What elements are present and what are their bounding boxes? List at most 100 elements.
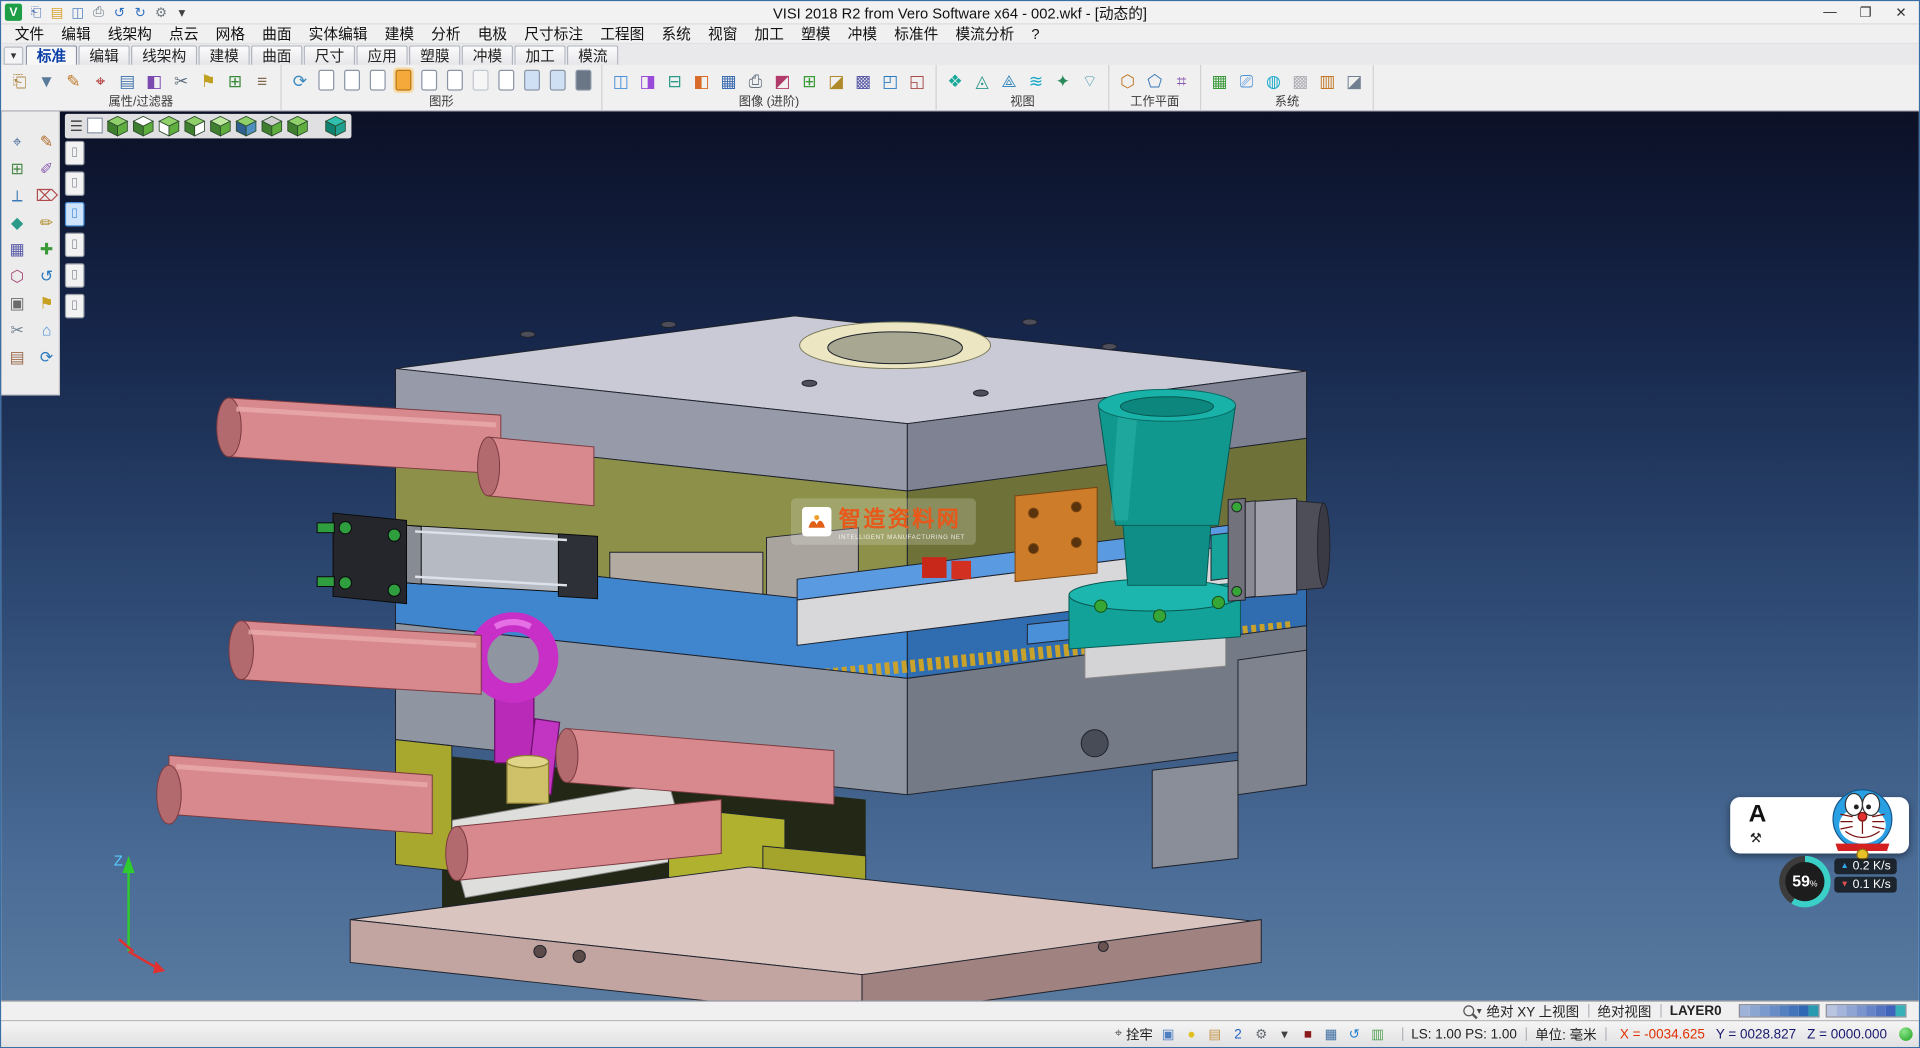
palette-segment[interactable] bbox=[1769, 1005, 1779, 1016]
zoom-window-icon[interactable]: ⊞ bbox=[797, 67, 821, 94]
menu-item[interactable]: 分析 bbox=[423, 24, 470, 44]
page-icon[interactable] bbox=[447, 70, 463, 91]
render-icon[interactable]: ◧ bbox=[689, 67, 713, 94]
minimize-button[interactable]: — bbox=[1812, 1, 1848, 23]
page-icon[interactable] bbox=[396, 70, 412, 91]
open-file-icon[interactable]: ▤ bbox=[47, 3, 68, 21]
edit-attributes-icon[interactable]: ✎ bbox=[61, 67, 85, 94]
color-swatch-icon[interactable]: ■ bbox=[1297, 1024, 1318, 1044]
settings-icon[interactable]: ⚙ bbox=[151, 3, 172, 21]
menu-item[interactable]: 网格 bbox=[207, 24, 254, 44]
snapshot-icon[interactable]: ⎙ bbox=[743, 67, 767, 94]
gear-icon[interactable]: ⚙ bbox=[1251, 1024, 1272, 1044]
palette-segment[interactable] bbox=[1760, 1005, 1770, 1016]
layer-palette-2[interactable] bbox=[1826, 1004, 1907, 1017]
snap-grid-icon[interactable]: ⊞ bbox=[6, 158, 28, 180]
ribbon-tab[interactable]: 曲面 bbox=[251, 45, 302, 65]
view-cube-icon[interactable] bbox=[261, 115, 283, 137]
ribbon-tab[interactable]: 尺寸 bbox=[304, 45, 355, 65]
view-top-icon[interactable]: ◬ bbox=[970, 67, 994, 94]
layers-icon[interactable]: ▤ bbox=[115, 67, 139, 94]
tab-dropdown-caret[interactable]: ▾ bbox=[4, 46, 24, 64]
menu-item[interactable]: 曲面 bbox=[254, 24, 301, 44]
refresh-icon[interactable]: ↺ bbox=[1344, 1024, 1365, 1044]
polygon-icon[interactable]: ⬡ bbox=[6, 266, 28, 288]
hidden-line-icon[interactable]: ⊟ bbox=[662, 67, 686, 94]
clipboard-slot-icon[interactable]: ▯ bbox=[65, 141, 85, 165]
shadow-icon[interactable]: ◪ bbox=[824, 67, 848, 94]
speed-monitor[interactable]: 59 % ▲0.2 K/s ▼0.1 K/s bbox=[1779, 856, 1897, 907]
view-cube-icon[interactable] bbox=[158, 115, 180, 137]
scale-readout[interactable]: LS: 1.00 PS: 1.00 bbox=[1411, 1027, 1517, 1042]
ribbon-tab[interactable]: 模流 bbox=[567, 45, 618, 65]
search-caret[interactable]: ▾ bbox=[1477, 1005, 1482, 1016]
view-cube-icon[interactable] bbox=[106, 115, 128, 137]
view-front-icon[interactable]: ⟁ bbox=[997, 67, 1021, 94]
ribbon-tab[interactable]: 塑膜 bbox=[409, 45, 460, 65]
select-icon[interactable]: ⌖ bbox=[6, 131, 28, 153]
refresh-view-icon[interactable]: ⟳ bbox=[36, 346, 58, 368]
menu-item[interactable]: 标准件 bbox=[886, 24, 947, 44]
units-readout[interactable]: 单位: 毫米 bbox=[1535, 1024, 1596, 1044]
view-cube-icon[interactable] bbox=[235, 115, 257, 137]
menu-item[interactable]: 尺寸标注 bbox=[516, 24, 592, 44]
menu-item[interactable]: 电极 bbox=[469, 24, 516, 44]
render-dot-icon[interactable]: ● bbox=[1181, 1024, 1202, 1044]
clipboard-slot-icon[interactable]: ▯ bbox=[65, 263, 85, 287]
menu-item[interactable]: ? bbox=[1023, 24, 1048, 44]
absolute-view-label[interactable]: 绝对视图 bbox=[1597, 1001, 1651, 1021]
grid-view-icon[interactable]: ▦ bbox=[716, 67, 740, 94]
palette-segment[interactable] bbox=[1896, 1005, 1906, 1016]
view-cube-icon[interactable] bbox=[132, 115, 154, 137]
system-chart-icon[interactable]: ▥ bbox=[1315, 67, 1339, 94]
active-layer-label[interactable]: LAYER0 bbox=[1670, 1004, 1722, 1019]
menu-item[interactable]: 系统 bbox=[653, 24, 700, 44]
page-icon[interactable] bbox=[370, 70, 386, 91]
ribbon-tab[interactable]: 加工 bbox=[514, 45, 565, 65]
menu-item[interactable]: 塑模 bbox=[793, 24, 840, 44]
menu-item[interactable]: 点云 bbox=[160, 24, 207, 44]
properties-icon[interactable]: ⎗ bbox=[7, 67, 31, 94]
group-icon[interactable]: ⊞ bbox=[223, 67, 247, 94]
cut-icon[interactable]: ✂ bbox=[6, 320, 28, 342]
ribbon-tab[interactable]: 编辑 bbox=[78, 45, 129, 65]
palette-segment[interactable] bbox=[1837, 1005, 1847, 1016]
shade-icon[interactable]: ◫ bbox=[609, 67, 633, 94]
menu-item[interactable]: 冲模 bbox=[839, 24, 886, 44]
page-icon[interactable] bbox=[421, 70, 437, 91]
list-icon[interactable]: ≡ bbox=[250, 67, 274, 94]
workplane-grid-icon[interactable]: ⌗ bbox=[1169, 67, 1193, 94]
marker-icon[interactable]: ⚑ bbox=[36, 293, 58, 315]
palette-segment[interactable] bbox=[1876, 1005, 1886, 1016]
menu-item[interactable]: 线架构 bbox=[99, 24, 160, 44]
viewcube-menu-icon[interactable]: ☰ bbox=[70, 117, 83, 134]
trim-icon[interactable]: ✂ bbox=[169, 67, 193, 94]
match-properties-icon[interactable]: ⌖ bbox=[88, 67, 112, 94]
workplane-align-icon[interactable]: ⬠ bbox=[1142, 67, 1166, 94]
view-cube-icon[interactable] bbox=[286, 115, 308, 137]
palette-segment[interactable] bbox=[1789, 1005, 1799, 1016]
table-icon[interactable]: ▥ bbox=[1367, 1024, 1388, 1044]
palette-segment[interactable] bbox=[1779, 1005, 1789, 1016]
ribbon-tab[interactable]: 冲模 bbox=[462, 45, 513, 65]
page-icon[interactable] bbox=[473, 70, 489, 91]
palette-segment[interactable] bbox=[1866, 1005, 1876, 1016]
menu-item[interactable]: 建模 bbox=[376, 24, 423, 44]
ribbon-tab[interactable]: 线架构 bbox=[131, 45, 197, 65]
maximize-button[interactable]: ❐ bbox=[1848, 1, 1884, 23]
ime-mode-letter[interactable]: A bbox=[1749, 801, 1767, 829]
mold-assembly-model[interactable] bbox=[1, 111, 1919, 1000]
view-fit-icon[interactable]: ✦ bbox=[1051, 67, 1075, 94]
print-icon[interactable]: ⎙ bbox=[88, 3, 109, 21]
menu-item[interactable]: 视窗 bbox=[699, 24, 746, 44]
menu-item[interactable]: 工程图 bbox=[592, 24, 653, 44]
undo-icon[interactable]: ↺ bbox=[109, 3, 130, 21]
undo-view-icon[interactable]: ↺ bbox=[36, 266, 58, 288]
add-icon[interactable]: ✚ bbox=[36, 239, 58, 261]
folder-icon[interactable]: ▤ bbox=[1204, 1024, 1225, 1044]
delete-icon[interactable]: ⌦ bbox=[36, 185, 58, 207]
flag-icon[interactable]: ⚑ bbox=[196, 67, 220, 94]
caret-icon[interactable]: ▾ bbox=[1274, 1024, 1295, 1044]
save-icon[interactable]: ◫ bbox=[67, 3, 88, 21]
ribbon-tab[interactable]: 应用 bbox=[356, 45, 407, 65]
